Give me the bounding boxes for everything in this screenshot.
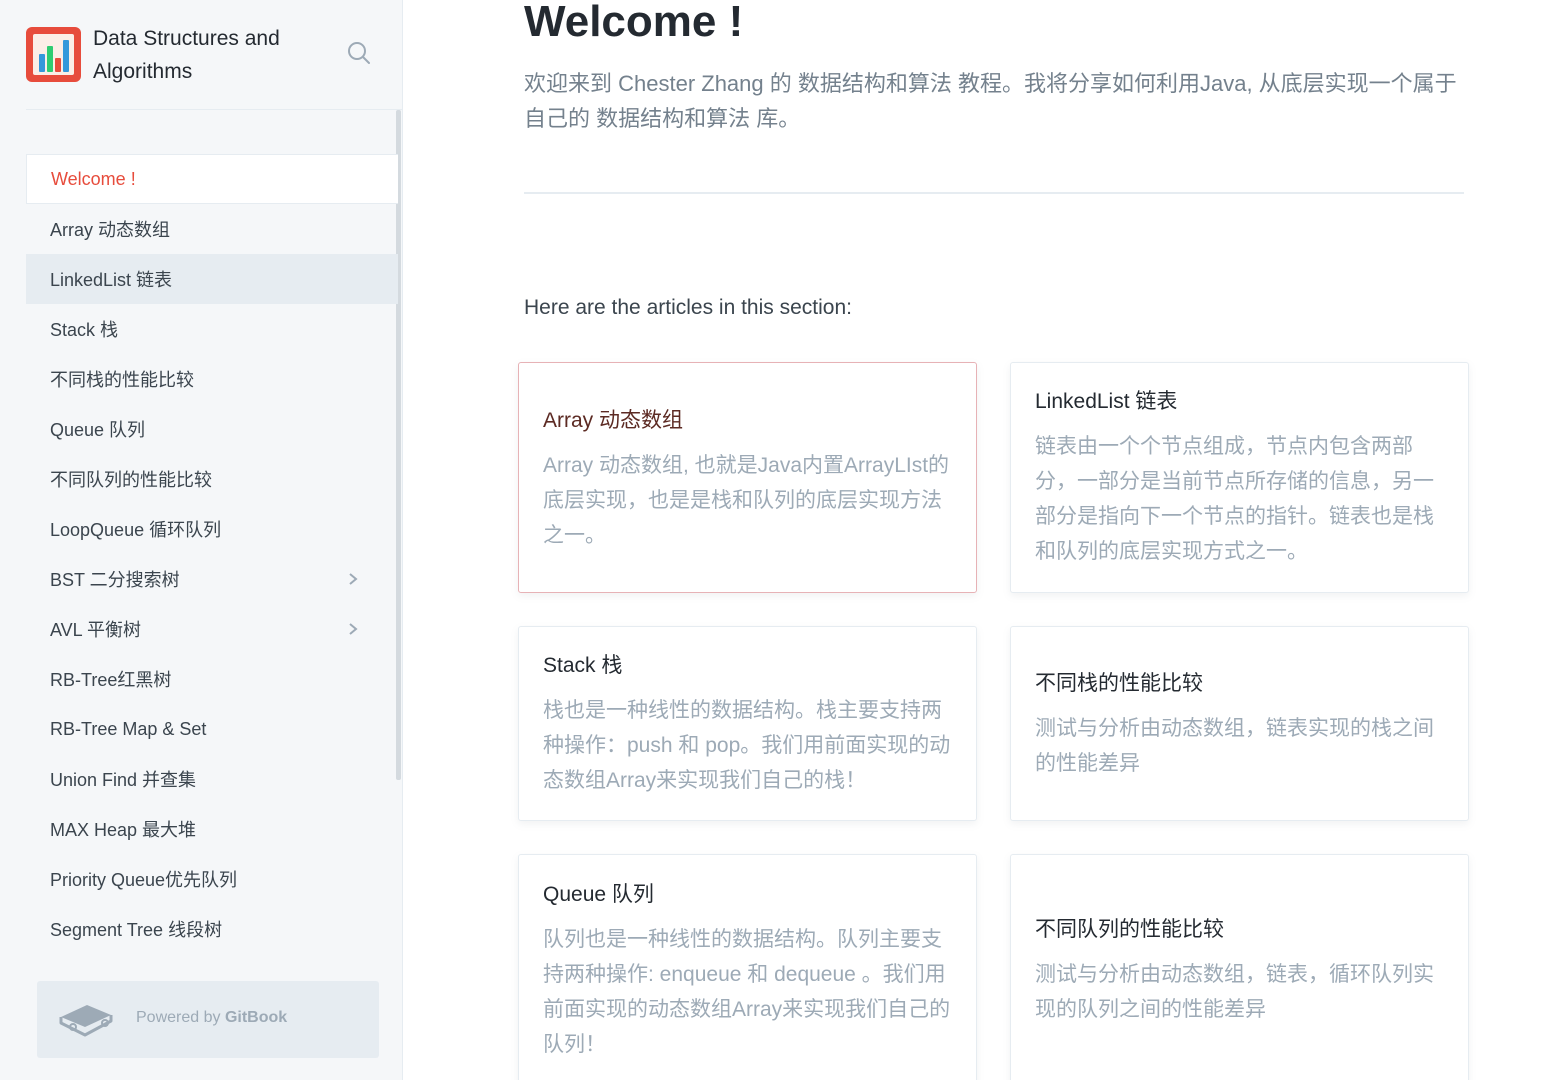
powered-by-text: Powered by GitBook — [136, 1009, 287, 1027]
search-icon[interactable] — [346, 40, 372, 66]
sidebar-item-label: Priority Queue优先队列 — [50, 870, 238, 890]
chevron-right-icon[interactable] — [346, 571, 360, 587]
sidebar-item-label: LoopQueue 循环队列 — [50, 520, 222, 540]
article-card-stack-compare[interactable]: 不同栈的性能比较 测试与分析由动态数组，链表实现的栈之间的性能差异 — [1010, 626, 1469, 821]
sidebar-item-max-heap[interactable]: MAX Heap 最大堆 — [26, 804, 398, 854]
sidebar-item-segment-tree[interactable]: Segment Tree 线段树 — [26, 904, 398, 954]
sidebar-item-union-find[interactable]: Union Find 并查集 — [26, 754, 398, 804]
sidebar-item-label: RB-Tree红黑树 — [50, 670, 172, 690]
card-description: 测试与分析由动态数组，链表，循环队列实现的队列之间的性能差异 — [1035, 963, 1434, 1021]
page-title: Welcome ! — [524, 0, 744, 46]
article-card-queue[interactable]: Queue 队列 队列也是一种线性的数据结构。队列主要支持两种操作: enque… — [518, 854, 977, 1080]
powered-by-prefix: Powered by — [136, 1009, 225, 1026]
sidebar-item-label: AVL 平衡树 — [50, 620, 142, 640]
sidebar-item-label: BST 二分搜索树 — [50, 570, 180, 590]
article-card-stack[interactable]: Stack 栈 栈也是一种线性的数据结构。栈主要支持两种操作：push 和 po… — [518, 626, 977, 821]
sidebar-item-rbtree[interactable]: RB-Tree红黑树 — [26, 654, 398, 704]
sidebar-item-array[interactable]: Array 动态数组 — [26, 204, 398, 254]
article-card-queue-compare[interactable]: 不同队列的性能比较 测试与分析由动态数组，链表，循环队列实现的队列之间的性能差异 — [1010, 854, 1469, 1080]
card-title: Array 动态数组 — [543, 409, 684, 432]
sidebar-item-label: 不同栈的性能比较 — [50, 370, 194, 390]
sidebar-item-linkedlist[interactable]: LinkedList 链表 — [26, 254, 398, 304]
card-description: 栈也是一种线性的数据结构。栈主要支持两种操作：push 和 pop。我们用前面实… — [543, 699, 951, 792]
intro-paragraph: 欢迎来到 Chester Zhang 的 数据结构和算法 教程。我将分享如何利用… — [524, 71, 1457, 131]
sidebar-item-label: Queue 队列 — [50, 420, 146, 440]
section-label: Here are the articles in this section: — [524, 296, 852, 319]
sidebar-item-welcome[interactable]: Welcome ! — [26, 154, 398, 204]
divider — [524, 192, 1464, 194]
sidebar-item-label: Union Find 并查集 — [50, 770, 197, 790]
article-card-array[interactable]: Array 动态数组 Array 动态数组, 也就是Java内置ArrayLIs… — [518, 362, 977, 593]
card-title: Queue 队列 — [543, 883, 654, 906]
sidebar-item-label: 不同队列的性能比较 — [50, 470, 212, 490]
main-content: Welcome ! 欢迎来到 Chester Zhang 的 数据结构和算法 教… — [403, 0, 1564, 1080]
sidebar-item-label: Welcome ! — [51, 168, 136, 189]
sidebar-item-label: MAX Heap 最大堆 — [50, 820, 197, 840]
powered-by-gitbook-link[interactable]: Powered by GitBook — [37, 981, 379, 1058]
brand-title[interactable]: Data Structures and Algorithms — [93, 22, 323, 88]
sidebar-item-stack-compare[interactable]: 不同栈的性能比较 — [26, 354, 398, 404]
card-title: LinkedList 链表 — [1035, 390, 1178, 413]
sidebar: Data Structures and Algorithms Welcome !… — [0, 0, 403, 1080]
gitbook-brand: GitBook — [224, 1009, 288, 1026]
card-description: 测试与分析由动态数组，链表实现的栈之间的性能差异 — [1035, 717, 1434, 775]
sidebar-item-label: Array 动态数组 — [50, 220, 171, 240]
card-title: 不同栈的性能比较 — [1035, 672, 1203, 695]
gitbook-icon — [59, 1005, 113, 1037]
sidebar-nav: Welcome ! Array 动态数组 LinkedList 链表 Stack… — [26, 154, 398, 954]
card-title: Stack 栈 — [543, 654, 623, 677]
sidebar-item-avl[interactable]: AVL 平衡树 — [26, 604, 398, 654]
sidebar-item-loopqueue[interactable]: LoopQueue 循环队列 — [26, 504, 398, 554]
sidebar-item-label: RB-Tree Map & Set — [50, 718, 207, 739]
sidebar-item-rbtree-map-set[interactable]: RB-Tree Map & Set — [26, 704, 398, 754]
card-description: Array 动态数组, 也就是Java内置ArrayLIst的底层实现，也是是栈… — [543, 454, 950, 547]
sidebar-item-bst[interactable]: BST 二分搜索树 — [26, 554, 398, 604]
sidebar-item-stack[interactable]: Stack 栈 — [26, 304, 398, 354]
sidebar-item-priority-queue[interactable]: Priority Queue优先队列 — [26, 854, 398, 904]
sidebar-item-label: LinkedList 链表 — [50, 270, 173, 290]
card-description: 链表由一个个节点组成，节点内包含两部分，一部分是当前节点所存储的信息，另一部分是… — [1035, 435, 1434, 563]
sidebar-item-label: Stack 栈 — [50, 320, 119, 340]
article-card-linkedlist[interactable]: LinkedList 链表 链表由一个个节点组成，节点内包含两部分，一部分是当前… — [1010, 362, 1469, 593]
sidebar-item-queue[interactable]: Queue 队列 — [26, 404, 398, 454]
chevron-right-icon[interactable] — [346, 621, 360, 637]
card-title: 不同队列的性能比较 — [1035, 918, 1224, 941]
sidebar-item-queue-compare[interactable]: 不同队列的性能比较 — [26, 454, 398, 504]
sidebar-item-label: Segment Tree 线段树 — [50, 920, 223, 940]
card-description: 队列也是一种线性的数据结构。队列主要支持两种操作: enqueue 和 dequ… — [543, 928, 951, 1056]
bar-chart-logo[interactable] — [26, 27, 81, 82]
